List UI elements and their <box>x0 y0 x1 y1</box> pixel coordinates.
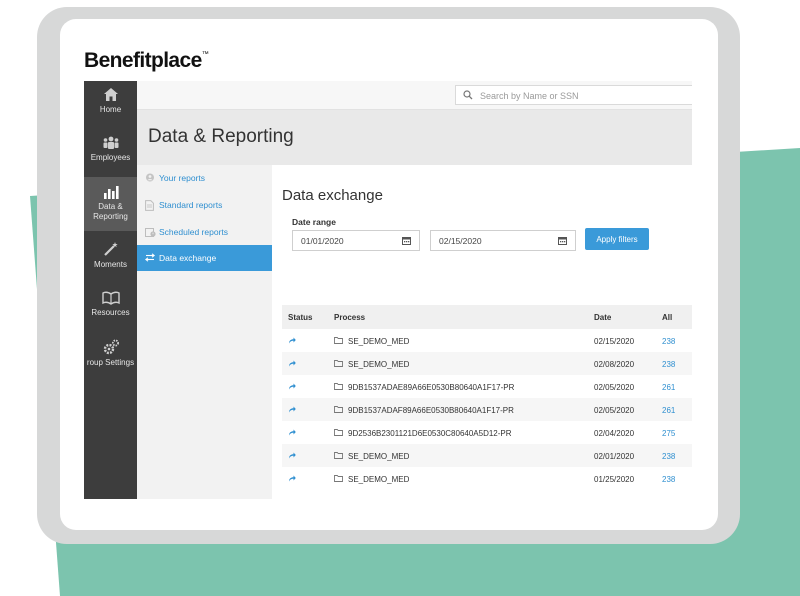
schedule-icon <box>145 228 156 237</box>
status-share-icon <box>289 383 296 390</box>
table-header: Status Process Date All <box>282 305 692 329</box>
row-date: 02/05/2020 <box>594 383 635 392</box>
process-name: SE_DEMO_MED <box>348 475 410 484</box>
subnav-item-label: Scheduled reports <box>159 227 228 237</box>
page-header: Data & Reporting <box>137 110 692 165</box>
folder-icon <box>334 429 343 436</box>
row-date: 02/15/2020 <box>594 337 635 346</box>
page-title: Data & Reporting <box>148 126 294 147</box>
status-share-icon <box>289 475 296 482</box>
sub-nav: Your reports Standard reports Scheduled … <box>137 165 273 499</box>
section-title: Data exchange <box>282 187 383 204</box>
nav-item-label-line2: Reporting <box>93 212 128 221</box>
row-date: 01/25/2020 <box>594 475 635 484</box>
nav-item-label: Moments <box>94 260 127 269</box>
nav-item-resources[interactable]: Resources <box>84 291 137 329</box>
screen-card: Benefitplace™ Home Employees Data & Repo… <box>60 19 718 530</box>
nav-item-label: Home <box>99 105 122 114</box>
nav-item-home[interactable]: Home <box>84 87 137 125</box>
nav-item-label: roup Settings <box>86 358 135 367</box>
status-share-icon <box>289 406 296 413</box>
bar-chart-icon <box>103 186 119 199</box>
header-status[interactable]: Status <box>288 313 312 322</box>
table-row[interactable]: SE_DEMO_MED 02/08/2020 238 <box>282 352 692 375</box>
status-share-icon <box>289 360 296 367</box>
row-all-link[interactable]: 238 <box>662 475 675 484</box>
folder-icon <box>334 475 343 482</box>
process-name: 9DB1537ADAF89A66E0530B80640A1F17-PR <box>348 406 514 415</box>
process-name: SE_DEMO_MED <box>348 452 410 461</box>
table-row[interactable]: 9D2536B2301121D6E0530C80640A5D12-PR 02/0… <box>282 421 692 444</box>
calendar-icon[interactable] <box>558 236 567 245</box>
gears-icon <box>103 339 119 355</box>
document-icon <box>145 200 154 211</box>
app-window: Home Employees Data & Reporting Moments … <box>84 81 692 499</box>
folder-icon <box>334 337 343 344</box>
row-all-link[interactable]: 238 <box>662 360 675 369</box>
search-input[interactable] <box>478 88 682 104</box>
row-all-link[interactable]: 261 <box>662 406 675 415</box>
nav-item-label: Employees <box>90 153 131 162</box>
date-from-value: 01/01/2020 <box>301 236 344 246</box>
folder-icon <box>334 360 343 367</box>
row-date: 02/05/2020 <box>594 406 635 415</box>
header-process[interactable]: Process <box>334 313 365 322</box>
status-share-icon <box>289 452 296 459</box>
nav-item-employees[interactable]: Employees <box>84 135 137 173</box>
row-all-link[interactable]: 238 <box>662 337 675 346</box>
folder-icon <box>334 383 343 390</box>
status-share-icon <box>289 429 296 436</box>
row-date: 02/01/2020 <box>594 452 635 461</box>
table-row[interactable]: SE_DEMO_MED 01/25/2020 238 <box>282 467 692 490</box>
nav-item-group-settings[interactable]: roup Settings <box>84 339 137 377</box>
nav-item-label: Data & <box>98 202 123 211</box>
main-nav: Home Employees Data & Reporting Moments … <box>84 81 137 499</box>
calendar-icon[interactable] <box>402 236 411 245</box>
subnav-item-your-reports[interactable]: Your reports <box>137 165 272 191</box>
nav-item-label: Resources <box>91 308 130 317</box>
home-icon <box>103 88 118 101</box>
row-all-link[interactable]: 261 <box>662 383 675 392</box>
date-from-field[interactable]: 01/01/2020 <box>292 230 420 251</box>
folder-icon <box>334 452 343 459</box>
table-row[interactable]: SE_DEMO_MED 02/01/2020 238 <box>282 444 692 467</box>
nav-item-data-reporting[interactable]: Data & Reporting <box>84 177 137 231</box>
date-range-label: Date range <box>292 217 336 227</box>
header-all[interactable]: All <box>662 313 672 322</box>
process-name: 9D2536B2301121D6E0530C80640A5D12-PR <box>348 429 512 438</box>
book-icon <box>101 291 120 305</box>
apply-filters-button[interactable]: Apply filters <box>585 228 649 250</box>
date-to-value: 02/15/2020 <box>439 236 482 246</box>
status-share-icon <box>289 337 296 344</box>
main-content: Data exchange Date range 01/01/2020 02/1… <box>272 165 692 499</box>
date-to-field[interactable]: 02/15/2020 <box>430 230 576 251</box>
folder-icon <box>334 406 343 413</box>
row-date: 02/04/2020 <box>594 429 635 438</box>
subnav-item-data-exchange[interactable]: Data exchange <box>137 245 272 271</box>
subnav-item-label: Standard reports <box>159 200 223 210</box>
row-all-link[interactable]: 238 <box>662 452 675 461</box>
subnav-item-scheduled-reports[interactable]: Scheduled reports <box>137 219 272 245</box>
table-row[interactable]: 9DB1537ADAF89A66E0530B80640A1F17-PR 02/0… <box>282 398 692 421</box>
row-date: 02/08/2020 <box>594 360 635 369</box>
header-date[interactable]: Date <box>594 313 611 322</box>
search-box[interactable] <box>455 85 692 105</box>
magic-wand-icon <box>103 242 118 256</box>
subnav-item-label: Data exchange <box>159 253 217 263</box>
subnav-item-standard-reports[interactable]: Standard reports <box>137 192 272 218</box>
nav-item-moments[interactable]: Moments <box>84 241 137 279</box>
brand-logo: Benefitplace™ <box>84 49 209 72</box>
table-row[interactable]: 9DB1537ADAE89A66E0530B80640A1F17-PR 02/0… <box>282 375 692 398</box>
subnav-item-label: Your reports <box>159 173 205 183</box>
exchange-icon <box>145 253 155 262</box>
user-report-icon <box>146 173 154 182</box>
employees-icon <box>103 136 118 149</box>
search-icon <box>463 90 473 100</box>
process-name: SE_DEMO_MED <box>348 337 410 346</box>
table-row[interactable]: SE_DEMO_MED 02/15/2020 238 <box>282 329 692 352</box>
process-name: 9DB1537ADAE89A66E0530B80640A1F17-PR <box>348 383 515 392</box>
row-all-link[interactable]: 275 <box>662 429 675 438</box>
top-bar <box>137 81 692 110</box>
process-name: SE_DEMO_MED <box>348 360 410 369</box>
